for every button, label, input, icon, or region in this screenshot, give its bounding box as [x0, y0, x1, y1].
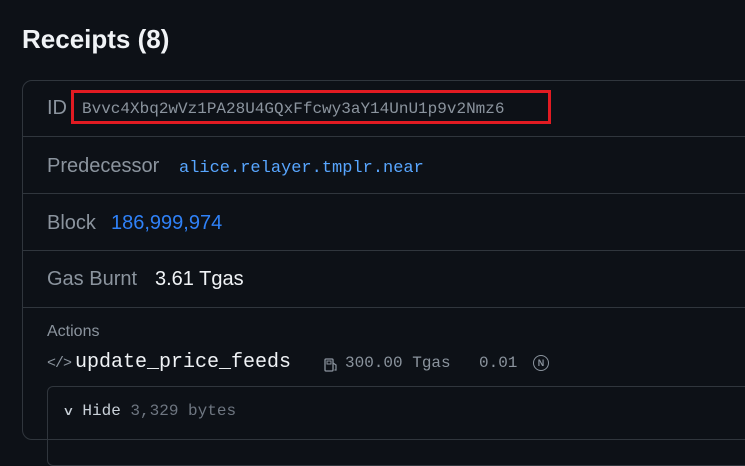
gas-burnt-label: Gas Burnt — [47, 268, 138, 290]
receipt-id-value[interactable]: Bvvc4Xbq2wVz1PA28U4GQxFfcwy3aY14UnU1p9v2… — [82, 100, 504, 118]
gas-pump-icon — [324, 358, 337, 372]
gas-burnt-value: 3.61 Tgas — [155, 268, 244, 290]
near-token-icon: N — [533, 355, 549, 371]
receipt-id-row: ID Bvvc4Xbq2wVz1PA28U4GQxFfcwy3aY14UnU1p… — [23, 81, 745, 137]
id-highlight-box: Bvvc4Xbq2wVz1PA28U4GQxFfcwy3aY14UnU1p9v2… — [71, 90, 551, 124]
hide-label: Hide — [82, 402, 121, 420]
code-icon: </> — [47, 355, 72, 372]
args-bytes: 3,329 bytes — [130, 402, 237, 420]
action-gas-value: 300.00 Tgas — [345, 354, 451, 372]
predecessor-link[interactable]: alice.relayer.tmplr.near — [179, 159, 424, 178]
block-link[interactable]: 186,999,974 — [111, 212, 222, 235]
page-title: Receipts (8) — [22, 24, 170, 54]
predecessor-label: Predecessor — [47, 155, 160, 177]
block-row: Block 186,999,974 — [23, 194, 745, 251]
action-args-panel: ∨ Hide 3,329 bytes — [47, 386, 745, 466]
chevron-down-icon: ∨ — [62, 405, 75, 419]
action-deposit-value: 0.01 — [479, 354, 518, 372]
receipt-card: ID Bvvc4Xbq2wVz1PA28U4GQxFfcwy3aY14UnU1p… — [22, 80, 745, 466]
id-label: ID — [47, 97, 67, 119]
action-method-name: update_price_feeds — [75, 351, 292, 374]
block-label: Block — [47, 212, 96, 234]
gas-burnt-row: Gas Burnt 3.61 Tgas — [23, 251, 745, 308]
predecessor-row: Predecessor alice.relayer.tmplr.near — [23, 137, 745, 194]
actions-label: Actions — [47, 323, 100, 340]
hide-args-toggle[interactable]: ∨ Hide 3,329 bytes — [62, 402, 237, 420]
